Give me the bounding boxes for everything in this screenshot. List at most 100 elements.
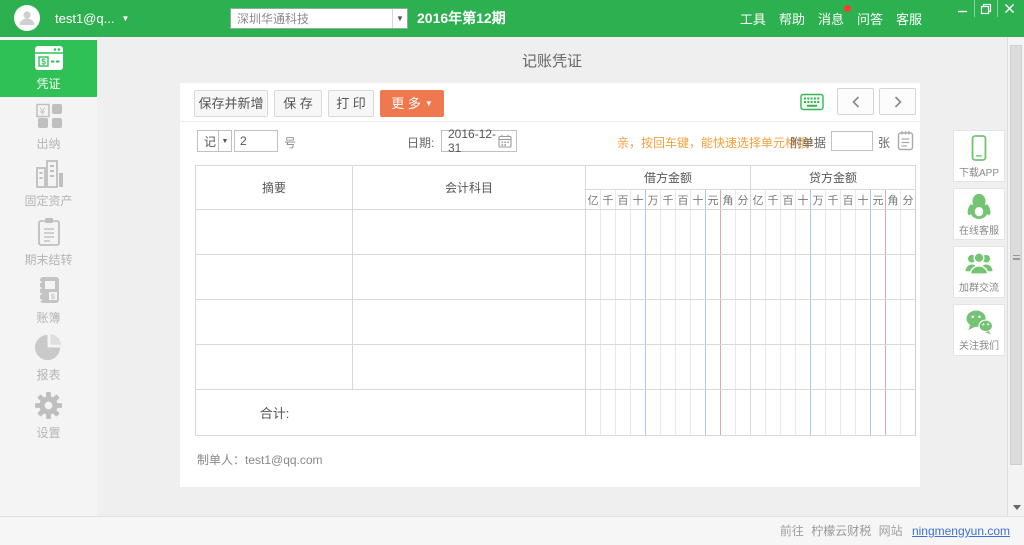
account-cell[interactable] (353, 345, 586, 390)
amount-digit-cell[interactable] (601, 210, 616, 255)
amount-digit-cell[interactable] (676, 210, 691, 255)
amount-digit-cell[interactable] (766, 345, 781, 390)
amount-digit-cell[interactable] (766, 210, 781, 255)
amount-digit-cell[interactable] (676, 300, 691, 345)
voucher-type-select[interactable]: 记 ▼ (197, 130, 232, 152)
amount-digit-cell[interactable] (841, 255, 856, 300)
menu-tools[interactable]: 工具 (738, 7, 768, 30)
amount-digit-cell[interactable] (631, 210, 646, 255)
amount-digit-cell[interactable] (736, 345, 751, 390)
summary-cell[interactable] (196, 255, 353, 300)
download-app-button[interactable]: 下载APP (953, 130, 1005, 182)
summary-cell[interactable] (196, 345, 353, 390)
join-group-button[interactable]: 加群交流 (953, 246, 1005, 298)
amount-digit-cell[interactable] (811, 210, 826, 255)
menu-qa[interactable]: 问答 (855, 7, 885, 30)
amount-digit-cell[interactable] (856, 255, 871, 300)
amount-digit-cell[interactable] (796, 300, 811, 345)
amount-digit-cell[interactable] (586, 210, 601, 255)
amount-digit-cell[interactable] (886, 255, 901, 300)
sidebar-item-voucher[interactable]: $ 凭证 (0, 40, 97, 97)
scrollbar-down-arrow[interactable] (1013, 505, 1021, 510)
amount-digit-cell[interactable] (736, 210, 751, 255)
save-button[interactable]: 保 存 (274, 90, 322, 117)
amount-digit-cell[interactable] (601, 345, 616, 390)
amount-digit-cell[interactable] (826, 345, 841, 390)
amount-digit-cell[interactable] (661, 210, 676, 255)
sidebar-item-period-closing[interactable]: 期末结转 (0, 213, 97, 271)
amount-digit-cell[interactable] (736, 300, 751, 345)
sidebar-item-settings[interactable]: 设置 (0, 387, 97, 445)
amount-digit-cell[interactable] (721, 255, 736, 300)
amount-digit-cell[interactable] (691, 345, 706, 390)
amount-digit-cell[interactable] (616, 345, 631, 390)
scrollbar-thumb[interactable] (1010, 45, 1022, 465)
amount-digit-cell[interactable] (826, 300, 841, 345)
amount-digit-cell[interactable] (826, 255, 841, 300)
amount-digit-cell[interactable] (676, 345, 691, 390)
amount-digit-cell[interactable] (871, 345, 886, 390)
avatar[interactable] (14, 5, 40, 31)
amount-digit-cell[interactable] (646, 210, 661, 255)
keyboard-shortcuts-button[interactable] (800, 93, 824, 116)
amount-digit-cell[interactable] (841, 345, 856, 390)
amount-digit-cell[interactable] (751, 345, 766, 390)
amount-digit-cell[interactable] (721, 345, 736, 390)
menu-messages[interactable]: 消息 (816, 7, 846, 30)
amount-digit-cell[interactable] (841, 300, 856, 345)
amount-digit-cell[interactable] (781, 255, 796, 300)
amount-digit-cell[interactable] (631, 255, 646, 300)
sidebar-item-cashier[interactable]: ¥ 出纳 (0, 97, 97, 155)
amount-digit-cell[interactable] (766, 255, 781, 300)
amount-digit-cell[interactable] (646, 300, 661, 345)
minimize-button[interactable] (951, 0, 974, 17)
amount-digit-cell[interactable] (751, 210, 766, 255)
amount-digit-cell[interactable] (616, 300, 631, 345)
more-button[interactable]: 更 多▼ (380, 90, 444, 117)
amount-digit-cell[interactable] (781, 300, 796, 345)
amount-digit-cell[interactable] (706, 345, 721, 390)
amount-digit-cell[interactable] (691, 255, 706, 300)
amount-digit-cell[interactable] (811, 255, 826, 300)
amount-digit-cell[interactable] (781, 345, 796, 390)
amount-digit-cell[interactable] (661, 300, 676, 345)
amount-digit-cell[interactable] (856, 210, 871, 255)
amount-digit-cell[interactable] (661, 255, 676, 300)
follow-us-button[interactable]: 关注我们 (953, 304, 1005, 356)
amount-digit-cell[interactable] (616, 210, 631, 255)
amount-digit-cell[interactable] (706, 210, 721, 255)
amount-digit-cell[interactable] (601, 300, 616, 345)
amount-digit-cell[interactable] (796, 345, 811, 390)
date-input[interactable]: 2016-12-31 (441, 130, 517, 152)
amount-digit-cell[interactable] (616, 255, 631, 300)
voucher-number-input[interactable] (234, 130, 278, 152)
amount-digit-cell[interactable] (766, 300, 781, 345)
amount-digit-cell[interactable] (691, 300, 706, 345)
sidebar-item-reports[interactable]: 报表 (0, 329, 97, 387)
amount-digit-cell[interactable] (886, 210, 901, 255)
amount-digit-cell[interactable] (796, 255, 811, 300)
amount-digit-cell[interactable] (631, 345, 646, 390)
amount-digit-cell[interactable] (646, 345, 661, 390)
amount-digit-cell[interactable] (856, 345, 871, 390)
site-link[interactable]: ningmengyun.com (912, 524, 1010, 538)
attachment-notes-icon[interactable] (897, 130, 914, 154)
attachments-count-input[interactable] (831, 131, 873, 151)
amount-digit-cell[interactable] (721, 210, 736, 255)
print-button[interactable]: 打 印 (328, 90, 374, 117)
amount-digit-cell[interactable] (871, 255, 886, 300)
amount-digit-cell[interactable] (901, 210, 916, 255)
amount-digit-cell[interactable] (841, 210, 856, 255)
summary-cell[interactable] (196, 210, 353, 255)
sidebar-item-ledger[interactable]: $ 账簿 (0, 271, 97, 329)
amount-digit-cell[interactable] (826, 210, 841, 255)
summary-cell[interactable] (196, 300, 353, 345)
account-cell[interactable] (353, 210, 586, 255)
amount-digit-cell[interactable] (676, 255, 691, 300)
amount-digit-cell[interactable] (751, 255, 766, 300)
amount-digit-cell[interactable] (856, 300, 871, 345)
amount-digit-cell[interactable] (871, 300, 886, 345)
amount-digit-cell[interactable] (901, 300, 916, 345)
amount-digit-cell[interactable] (706, 255, 721, 300)
sidebar-item-fixed-assets[interactable]: 固定资产 (0, 155, 97, 213)
